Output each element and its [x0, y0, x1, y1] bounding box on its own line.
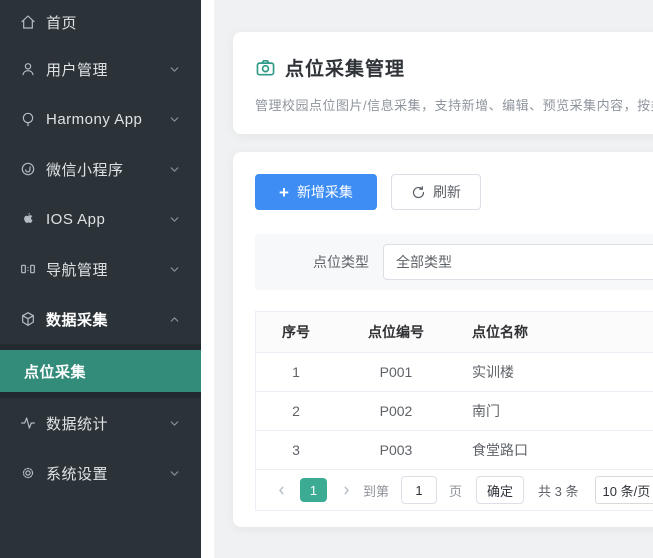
chevron-down-icon [168, 417, 181, 430]
table-row[interactable]: 2 P002 南门 [256, 391, 653, 430]
sidebar-item-label: 导航管理 [46, 259, 168, 280]
wechat-mini-icon [20, 161, 36, 177]
column-header-name: 点位名称 [456, 322, 653, 342]
refresh-button[interactable]: 刷新 [391, 174, 481, 210]
table-row[interactable]: 1 P001 实训楼 [256, 352, 653, 391]
filter-label: 点位类型 [313, 252, 369, 272]
plus-icon: + [279, 184, 289, 201]
sidebar-item-label: Harmony App [46, 111, 168, 128]
chevron-down-icon [168, 113, 181, 126]
next-page-icon[interactable] [339, 483, 353, 497]
chevron-down-icon [168, 213, 181, 226]
settings-icon [20, 465, 36, 481]
refresh-label: 刷新 [433, 182, 461, 202]
sidebar-item-data-collection[interactable]: 数据采集 [0, 294, 201, 344]
pagination: 1 到第 页 确定 共 3 条 10 条/页 [256, 469, 653, 510]
page-size-value: 10 条/页 [603, 481, 651, 500]
cell-code: P001 [336, 364, 456, 380]
sidebar-item-harmony-app[interactable]: Harmony App [0, 94, 201, 144]
cell-name: 实训楼 [456, 362, 653, 382]
camera-icon [255, 57, 276, 78]
chevron-up-icon [168, 313, 181, 326]
goto-page-prefix: 到第 [363, 481, 389, 500]
user-icon [20, 61, 36, 77]
page-subtitle: 管理校园点位图片/信息采集，支持新增、编辑、预览采集内容，按类型 [255, 95, 653, 114]
stats-icon [20, 415, 36, 431]
refresh-icon [411, 185, 426, 200]
cell-code: P002 [336, 403, 456, 419]
apple-icon [20, 211, 36, 227]
goto-page-suffix: 页 [449, 481, 462, 500]
page-title-row: 点位采集管理 [255, 54, 653, 81]
cell-name: 南门 [456, 401, 653, 421]
app-layout: 首页 用户管理 Harmony App 微信小程序 [0, 0, 653, 558]
chevron-down-icon [168, 63, 181, 76]
sidebar-content-gutter [201, 0, 214, 558]
sidebar-item-label: 微信小程序 [46, 159, 168, 180]
main-content: 点位采集管理 管理校园点位图片/信息采集，支持新增、编辑、预览采集内容，按类型 … [214, 0, 653, 558]
sidebar-item-label: 用户管理 [46, 59, 168, 80]
data-cube-icon [20, 311, 36, 327]
point-type-selected-value: 全部类型 [396, 252, 452, 272]
main-card: + 新增采集 刷新 点位类型 全部类型 序号 [233, 152, 653, 527]
chevron-down-icon [168, 467, 181, 480]
points-table: 序号 点位编号 点位名称 1 P001 实训楼 2 P002 南门 3 P003 [255, 311, 653, 511]
table-row[interactable]: 3 P003 食堂路口 [256, 430, 653, 469]
sidebar-item-wechat-mini[interactable]: 微信小程序 [0, 144, 201, 194]
toolbar: + 新增采集 刷新 [255, 174, 653, 210]
home-icon [20, 14, 36, 30]
sidebar-item-users[interactable]: 用户管理 [0, 44, 201, 94]
sidebar: 首页 用户管理 Harmony App 微信小程序 [0, 0, 201, 558]
cell-index: 1 [256, 364, 336, 380]
cell-index: 2 [256, 403, 336, 419]
table-header-row: 序号 点位编号 点位名称 [256, 312, 653, 352]
page-header-card: 点位采集管理 管理校园点位图片/信息采集，支持新增、编辑、预览采集内容，按类型 [233, 32, 653, 134]
column-header-index: 序号 [256, 322, 336, 342]
nav-icon [20, 261, 36, 277]
sidebar-item-label: 系统设置 [46, 463, 168, 484]
sidebar-subitem-point-collection-active[interactable]: 点位采集 [0, 350, 201, 392]
prev-page-icon[interactable] [274, 483, 288, 497]
cell-name: 食堂路口 [456, 440, 653, 460]
sidebar-item-label: 数据采集 [46, 309, 168, 330]
add-collection-label: 新增采集 [297, 182, 353, 202]
page-title: 点位采集管理 [285, 54, 405, 81]
harmony-icon [20, 111, 36, 127]
goto-page-input[interactable] [401, 476, 437, 504]
total-count-label: 共 3 条 [538, 481, 578, 500]
sidebar-item-data-statistics[interactable]: 数据统计 [0, 398, 201, 448]
filter-bar: 点位类型 全部类型 [255, 234, 653, 290]
cell-code: P003 [336, 442, 456, 458]
sidebar-item-label: IOS App [46, 211, 168, 228]
page-number-button[interactable]: 1 [300, 478, 327, 502]
chevron-down-icon [168, 263, 181, 276]
sidebar-item-ios-app[interactable]: IOS App [0, 194, 201, 244]
add-collection-button[interactable]: + 新增采集 [255, 174, 377, 210]
column-header-code: 点位编号 [336, 322, 456, 342]
goto-confirm-button[interactable]: 确定 [476, 476, 524, 504]
sidebar-submenu-data-collection: 点位采集 [0, 344, 201, 398]
page-size-select[interactable]: 10 条/页 [595, 476, 653, 504]
sidebar-item-home[interactable]: 首页 [0, 0, 201, 44]
sidebar-item-navigation[interactable]: 导航管理 [0, 244, 201, 294]
sidebar-item-system-settings[interactable]: 系统设置 [0, 448, 201, 498]
submenu-item-label: 点位采集 [24, 361, 86, 382]
cell-index: 3 [256, 442, 336, 458]
sidebar-item-label: 数据统计 [46, 413, 168, 434]
chevron-down-icon [168, 163, 181, 176]
sidebar-item-label: 首页 [46, 12, 181, 33]
point-type-select[interactable]: 全部类型 [383, 244, 653, 280]
